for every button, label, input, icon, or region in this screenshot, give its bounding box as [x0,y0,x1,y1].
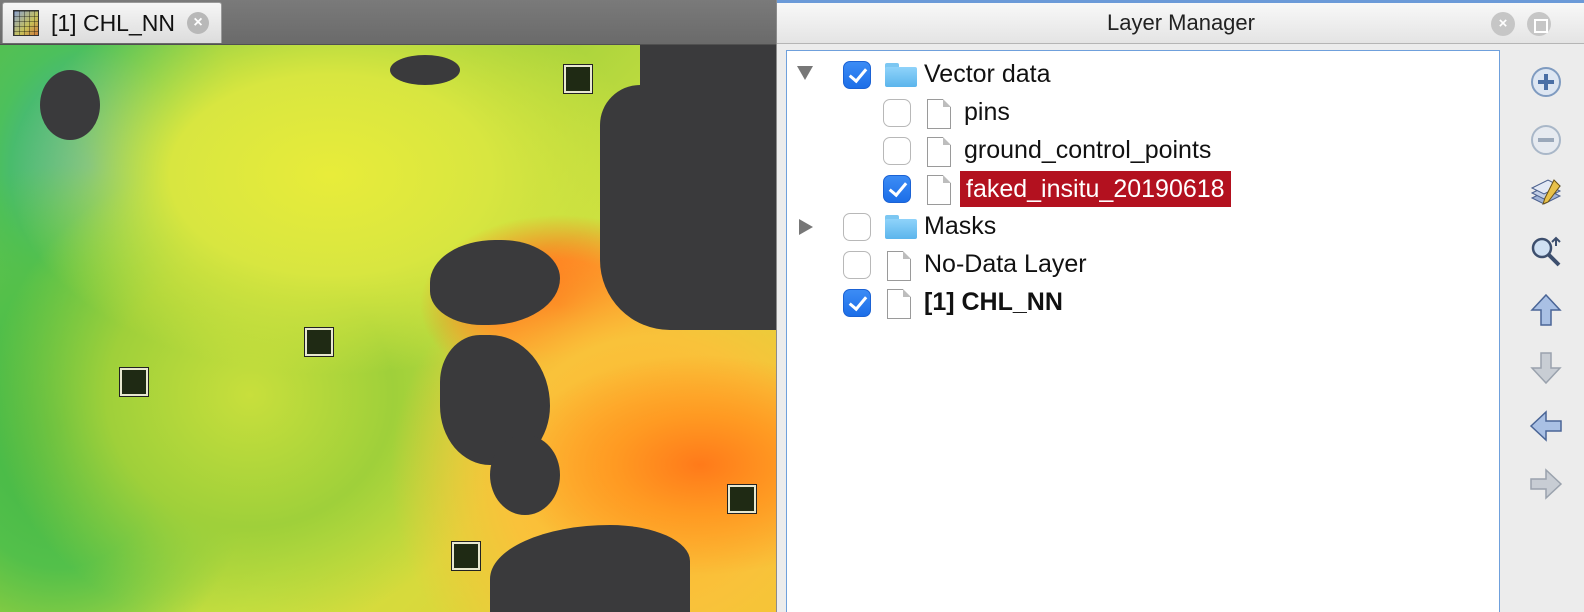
layer-label: [1] CHL_NN [924,288,1063,316]
insitu-placemark[interactable] [564,65,592,93]
land-region [490,525,690,612]
land-region [430,240,560,325]
arrow-up-icon [1530,293,1562,326]
layer-document-icon [887,289,911,319]
image-tab-bar: [1] CHL_NN × [0,0,782,45]
tree-row-chl-nn[interactable]: [1] CHL_NN [787,284,1499,322]
arrow-left-icon [1529,410,1562,442]
land-region [600,85,776,330]
layer-visibility-checkbox[interactable] [883,175,911,203]
tree-row-no-data-layer[interactable]: No-Data Layer [787,246,1499,284]
layer-manager-panel: Layer Manager × Vector data pins ground_… [776,0,1584,612]
arrow-right-icon [1530,468,1563,500]
move-layer-up-button[interactable] [1528,292,1564,328]
insitu-placemark[interactable] [305,328,333,356]
layer-manager-titlebar: Layer Manager × [777,0,1584,44]
layer-manager-toolbar [1504,50,1584,612]
image-tab-label: [1] CHL_NN [51,9,175,36]
layer-document-icon [927,175,951,205]
layer-label: No-Data Layer [924,250,1087,278]
layer-tree[interactable]: Vector data pins ground_control_points f… [786,50,1500,612]
layer-manager-title: Layer Manager [1107,10,1255,35]
insitu-placemark[interactable] [728,485,756,513]
layer-label: Masks [924,212,997,240]
move-layer-left-button[interactable] [1528,408,1564,444]
close-tab-icon[interactable]: × [187,12,209,34]
remove-layer-button[interactable] [1528,122,1564,158]
close-window-icon[interactable]: × [1491,12,1515,36]
maximize-window-icon[interactable] [1527,12,1551,36]
minus-circle-icon [1531,125,1561,155]
layer-visibility-checkbox[interactable] [843,213,871,241]
chlorophyll-image-canvas[interactable] [0,45,776,612]
layer-document-icon [927,137,951,167]
image-view[interactable]: [1] CHL_NN × [0,0,782,612]
raster-thumbnail-icon [13,10,39,36]
arrow-down-icon [1530,352,1562,385]
land-region [390,55,460,85]
tree-row-ground-control-points[interactable]: ground_control_points [787,132,1499,170]
zoom-to-layer-icon [1531,236,1561,267]
image-tab[interactable]: [1] CHL_NN × [2,2,222,43]
land-region [490,435,560,515]
layer-visibility-checkbox[interactable] [883,99,911,127]
move-layer-right-button[interactable] [1528,466,1564,502]
tree-row-vector-data[interactable]: Vector data [787,56,1499,94]
layer-visibility-checkbox[interactable] [843,251,871,279]
plus-circle-icon [1531,67,1561,97]
land-region [40,70,100,140]
insitu-placemark[interactable] [120,368,148,396]
layer-document-icon [887,251,911,281]
layer-visibility-checkbox[interactable] [843,61,871,89]
tree-row-faked-insitu[interactable]: faked_insitu_20190618 [787,170,1499,208]
folder-icon [885,215,917,239]
layer-edit-icon [1530,179,1562,205]
add-layer-button[interactable] [1528,64,1564,100]
collapsed-triangle-icon[interactable] [799,219,813,235]
tree-row-pins[interactable]: pins [787,94,1499,132]
open-layer-editor-button[interactable] [1528,176,1564,212]
layer-label: Vector data [924,60,1051,88]
zoom-to-layer-button[interactable] [1528,234,1564,270]
layer-label: pins [964,98,1010,126]
tree-row-masks[interactable]: Masks [787,208,1499,246]
selected-layer-label: faked_insitu_20190618 [960,171,1231,207]
land-region [640,45,776,105]
insitu-placemark[interactable] [452,542,480,570]
layer-label: ground_control_points [964,136,1212,164]
folder-icon [885,63,917,87]
expanded-triangle-icon[interactable] [797,66,813,80]
layer-visibility-checkbox[interactable] [843,289,871,317]
layer-document-icon [927,99,951,129]
move-layer-down-button[interactable] [1528,350,1564,386]
layer-visibility-checkbox[interactable] [883,137,911,165]
